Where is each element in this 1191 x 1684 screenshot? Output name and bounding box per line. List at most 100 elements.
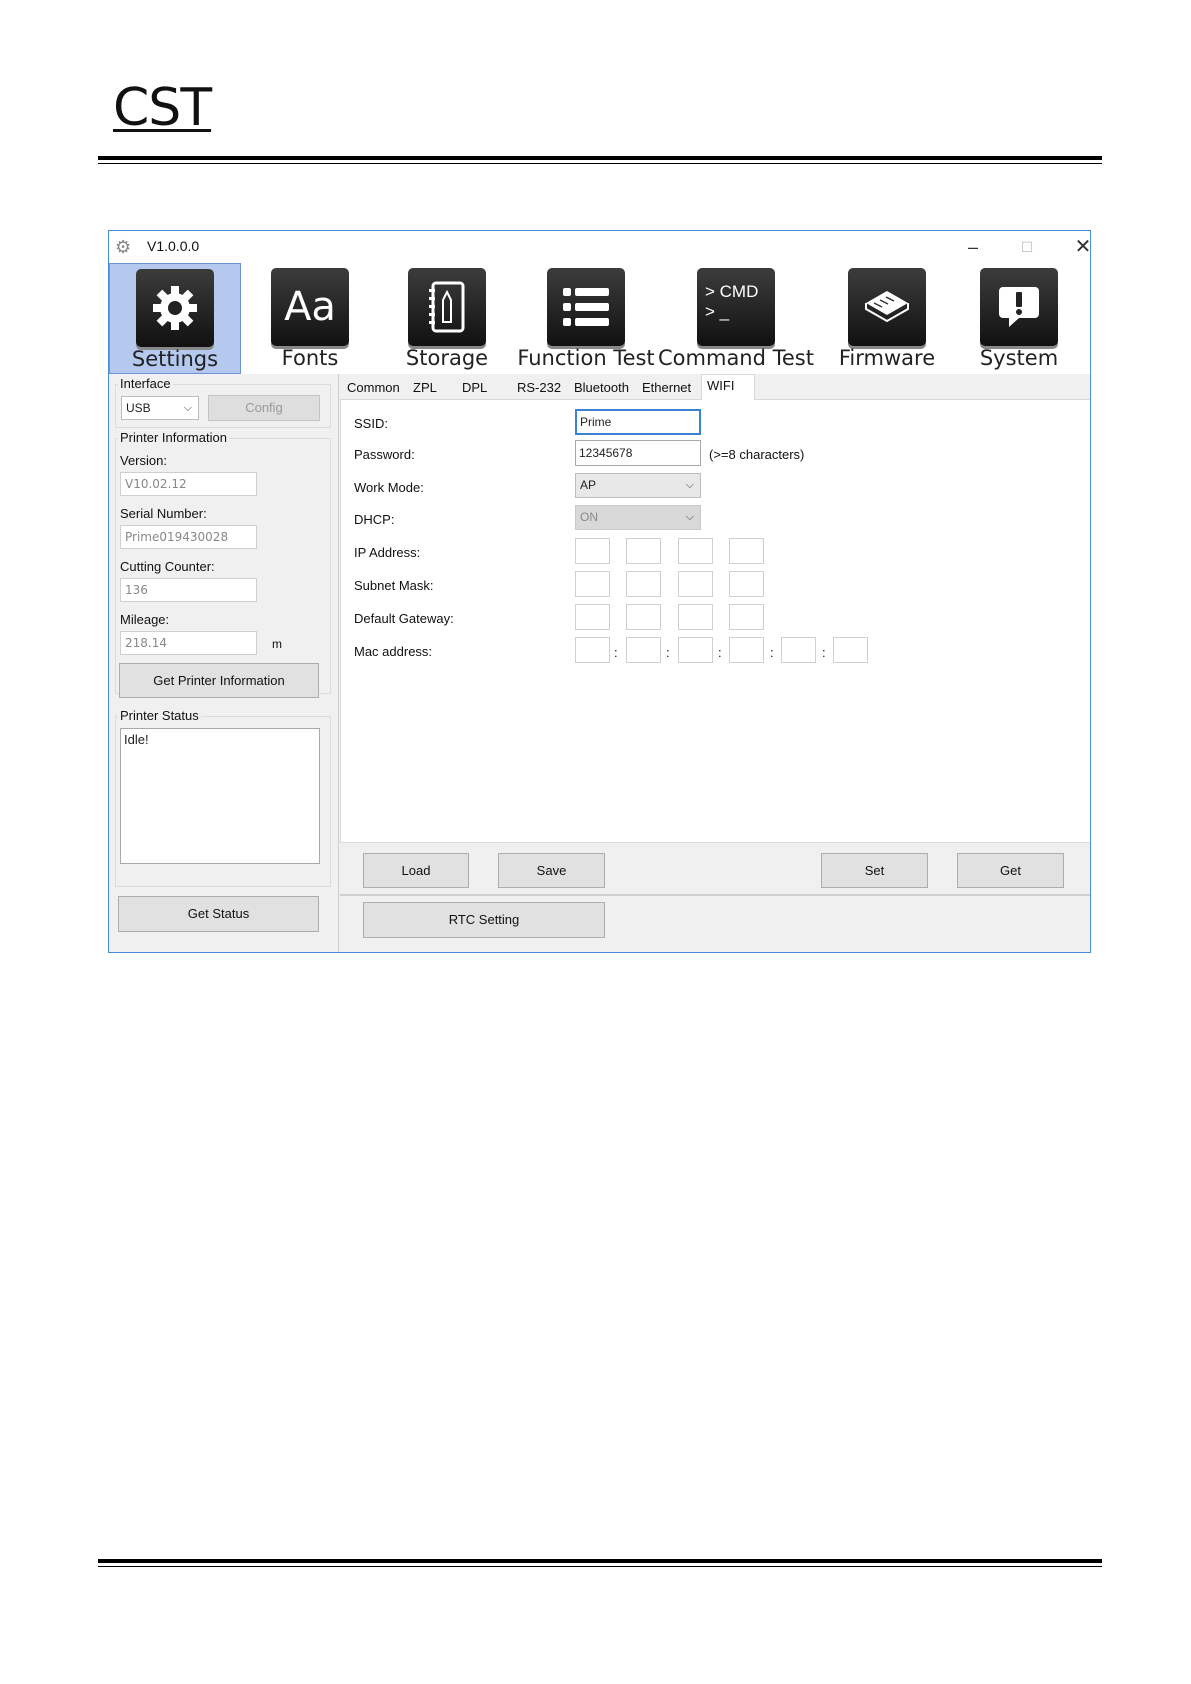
serial-label: Serial Number: (120, 506, 207, 521)
close-button[interactable]: ✕ (1063, 233, 1103, 261)
set-button[interactable]: Set (821, 853, 928, 888)
subnet-octet-1[interactable] (575, 571, 610, 597)
ssid-input[interactable]: Prime (575, 409, 701, 435)
mac-separator: : (614, 645, 618, 660)
gear-icon (136, 269, 214, 347)
wifi-tab-content: SSID: Prime Password: 12345678 (>=8 char… (340, 400, 1090, 842)
mac-byte-6[interactable] (833, 637, 868, 663)
tab-ethernet[interactable]: Ethernet (637, 377, 696, 400)
mac-byte-3[interactable] (678, 637, 713, 663)
serial-field: Prime019430028 (120, 525, 257, 549)
toolbar-item-fonts[interactable]: Aa Fonts (242, 263, 378, 374)
tab-zpl[interactable]: ZPL (408, 377, 442, 400)
rtc-bar: RTC Setting (340, 894, 1090, 952)
get-button[interactable]: Get (957, 853, 1064, 888)
ip-octet-3[interactable] (678, 538, 713, 564)
terminal-icon: > CMD > _ (697, 268, 775, 346)
gateway-octet-1[interactable] (575, 604, 610, 630)
ip-label: IP Address: (354, 545, 421, 560)
main-toolbar: Settings Aa Fonts Storage Function Test … (109, 263, 1090, 374)
password-hint: (>=8 characters) (709, 447, 805, 462)
title-bar: ⚙ V1.0.0.0 – ☐ ✕ (109, 231, 1091, 263)
mac-byte-2[interactable] (626, 637, 661, 663)
subnet-octet-4[interactable] (729, 571, 764, 597)
document-brand: CST (113, 78, 212, 138)
config-button[interactable]: Config (208, 395, 320, 421)
mileage-unit: m (272, 637, 282, 651)
left-panel: Interface USB ⌵ Config Printer Informati… (109, 374, 339, 952)
gateway-octet-2[interactable] (626, 604, 661, 630)
right-panel: Common ZPL DPL RS-232 Bluetooth Ethernet… (340, 374, 1090, 952)
mac-byte-1[interactable] (575, 637, 610, 663)
tab-bluetooth[interactable]: Bluetooth (569, 377, 634, 400)
chip-icon (848, 268, 926, 346)
header-rule-thin (98, 163, 1102, 164)
toolbar-item-storage[interactable]: Storage (379, 263, 515, 374)
app-window: ⚙ V1.0.0.0 – ☐ ✕ Settings Aa Fonts Stora… (108, 230, 1091, 953)
gear-icon: ⚙ (115, 237, 132, 257)
version-label: Version: (120, 453, 167, 468)
password-label: Password: (354, 447, 415, 462)
printer-info-title: Printer Information (118, 430, 229, 445)
list-icon (547, 268, 625, 346)
interface-select[interactable]: USB ⌵ (121, 396, 199, 420)
toolbar-label: Command Test (658, 346, 814, 370)
window-title: V1.0.0.0 (147, 238, 200, 254)
gateway-label: Default Gateway: (354, 611, 454, 626)
ip-octet-2[interactable] (626, 538, 661, 564)
mac-label: Mac address: (354, 644, 433, 659)
tab-wifi[interactable]: WIFI (701, 374, 755, 401)
mileage-field: 218.14 (120, 631, 257, 655)
version-field: V10.02.12 (120, 472, 257, 496)
cutting-field: 136 (120, 578, 257, 602)
footer-rule-thin (98, 1566, 1102, 1567)
tab-rs232[interactable]: RS-232 (512, 377, 566, 400)
mac-separator: : (666, 645, 670, 660)
settings-tabs: Common ZPL DPL RS-232 Bluetooth Ethernet… (340, 374, 1090, 401)
load-button[interactable]: Load (363, 853, 469, 888)
mac-separator: : (770, 645, 774, 660)
chevron-down-icon: ⌵ (183, 402, 192, 414)
toolbar-item-system[interactable]: System (951, 263, 1087, 374)
ip-octet-4[interactable] (729, 538, 764, 564)
action-bar: Load Save Set Get (340, 842, 1090, 894)
dhcp-select[interactable]: ON ⌵ (575, 505, 701, 530)
mac-byte-5[interactable] (781, 637, 816, 663)
mac-separator: : (718, 645, 722, 660)
get-status-button[interactable]: Get Status (118, 896, 319, 932)
header-rule (98, 156, 1102, 160)
minimize-button[interactable]: – (953, 233, 993, 261)
footer-rule (98, 1559, 1102, 1563)
toolbar-item-function-test[interactable]: Function Test (517, 263, 655, 374)
toolbar-label: System (979, 346, 1059, 370)
mileage-label: Mileage: (120, 612, 170, 627)
work-mode-label: Work Mode: (354, 480, 424, 495)
chevron-down-icon: ⌵ (685, 479, 694, 491)
subnet-octet-2[interactable] (626, 571, 661, 597)
toolbar-item-command-test[interactable]: > CMD > _ Command Test (658, 263, 814, 374)
work-mode-select[interactable]: AP ⌵ (575, 473, 701, 498)
tab-common[interactable]: Common (342, 377, 405, 400)
gateway-octet-4[interactable] (729, 604, 764, 630)
printer-status-title: Printer Status (118, 708, 201, 723)
mac-separator: : (822, 645, 826, 660)
alert-icon (980, 268, 1058, 346)
maximize-button[interactable]: ☐ (1007, 233, 1047, 261)
save-button[interactable]: Save (498, 853, 605, 888)
mac-byte-4[interactable] (729, 637, 764, 663)
gateway-octet-3[interactable] (678, 604, 713, 630)
notebook-icon (408, 268, 486, 346)
subnet-label: Subnet Mask: (354, 578, 434, 593)
cutting-label: Cutting Counter: (120, 559, 215, 574)
chevron-down-icon: ⌵ (685, 511, 694, 523)
ssid-label: SSID: (354, 416, 388, 431)
get-printer-info-button[interactable]: Get Printer Information (119, 663, 319, 698)
dhcp-label: DHCP: (354, 512, 395, 527)
ip-octet-1[interactable] (575, 538, 610, 564)
tab-dpl[interactable]: DPL (457, 377, 492, 400)
printer-status-text: Idle! (120, 728, 320, 864)
subnet-octet-3[interactable] (678, 571, 713, 597)
password-input[interactable]: 12345678 (575, 440, 701, 466)
rtc-setting-button[interactable]: RTC Setting (363, 902, 605, 938)
fonts-icon: Aa (271, 268, 349, 346)
